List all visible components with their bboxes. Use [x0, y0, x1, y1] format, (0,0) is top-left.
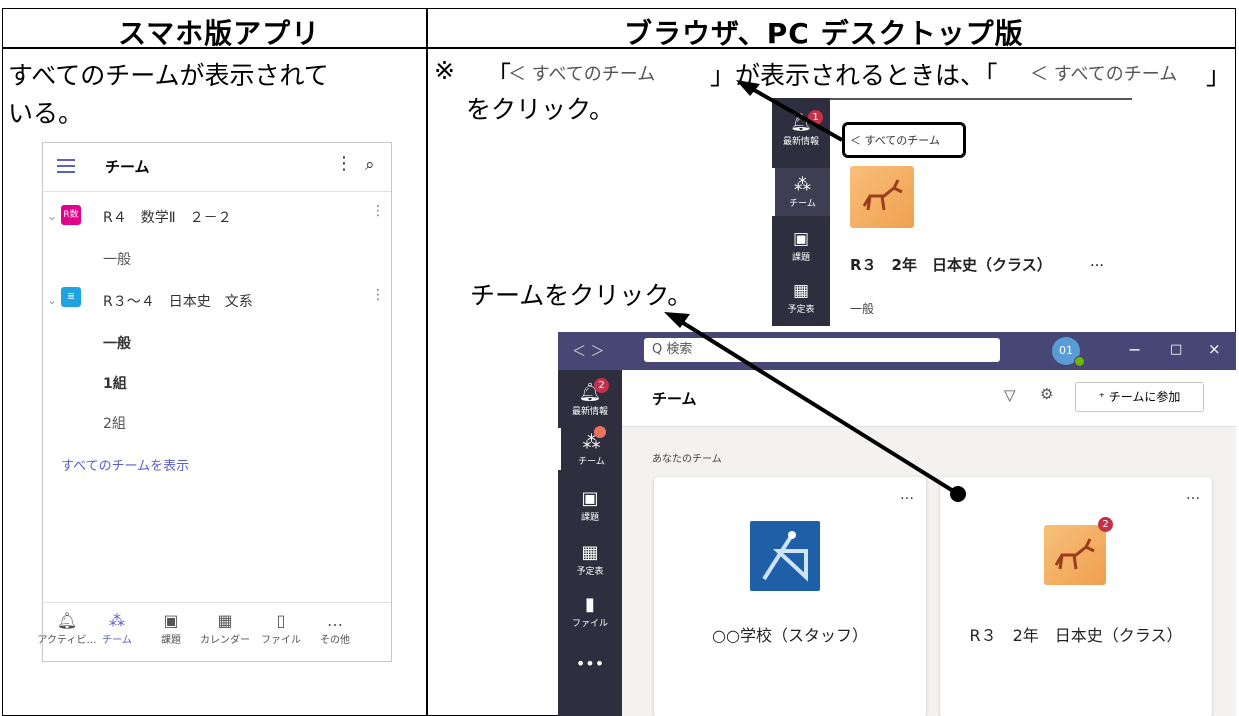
- arrow-to-team-card: [664, 312, 966, 502]
- arrow-to-back-link: [736, 80, 843, 142]
- annotation-arrows: [664, 80, 966, 502]
